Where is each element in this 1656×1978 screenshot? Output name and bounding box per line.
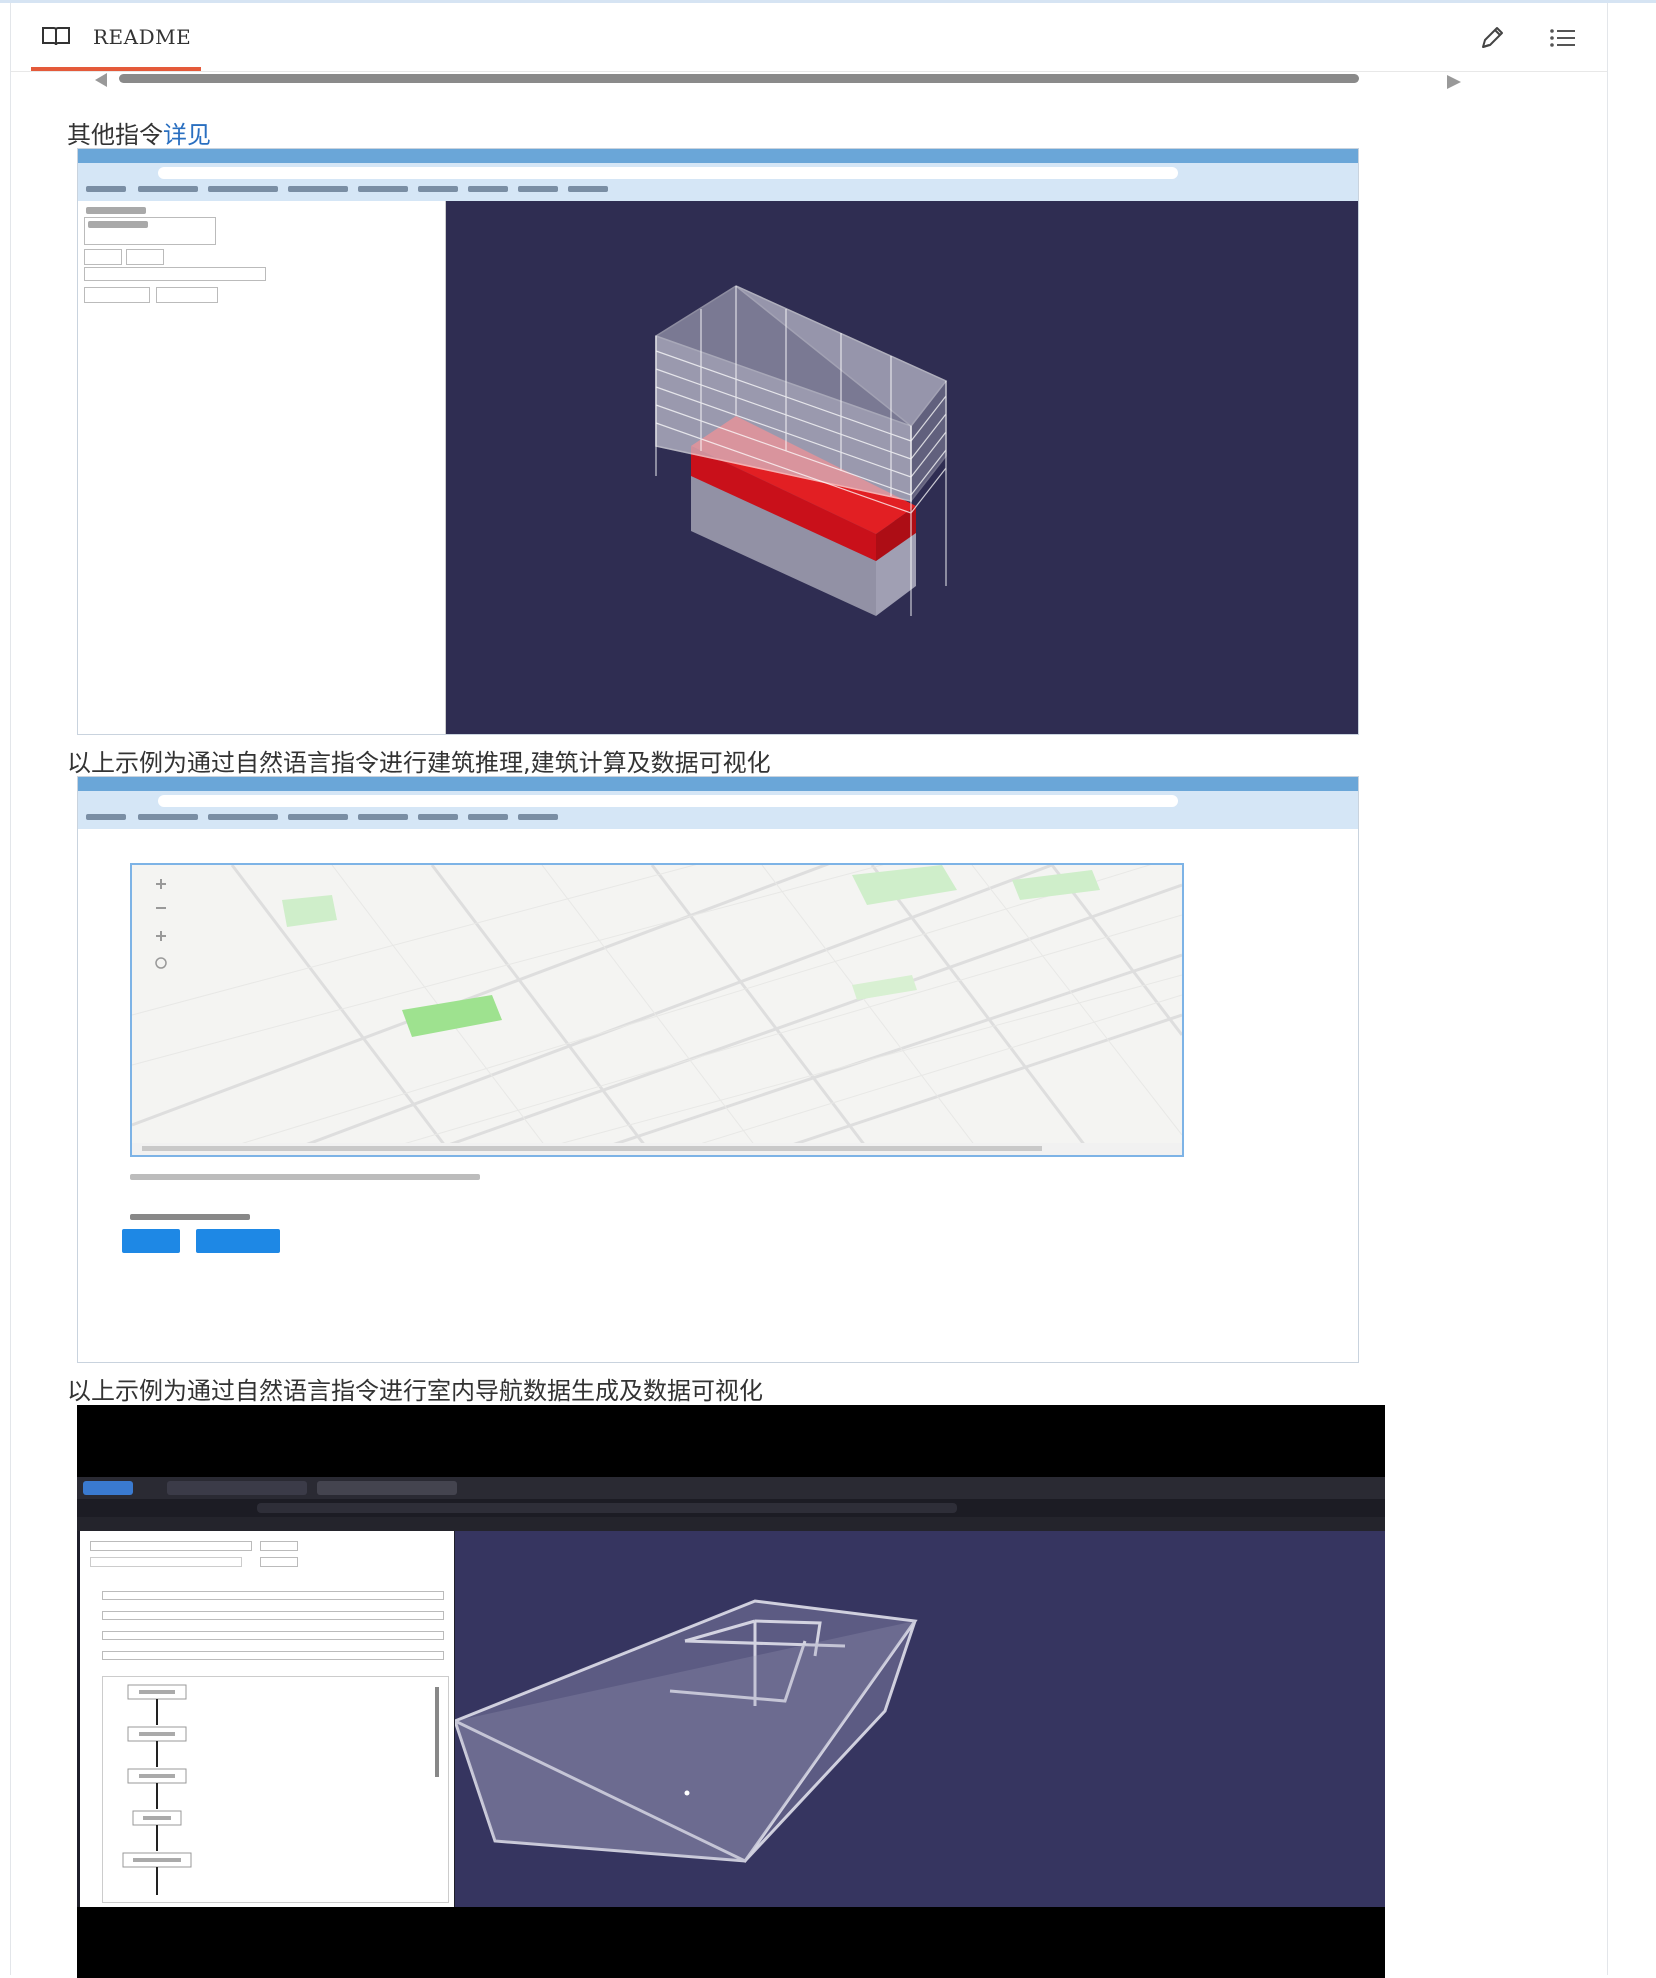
readme-header: README: [11, 3, 1607, 72]
browser-chrome: [78, 777, 1358, 829]
path-flowchart: [102, 1676, 449, 1903]
caption-navigation: 以上示例为通过自然语言指令进行室内导航数据生成及数据可视化: [67, 1377, 763, 1405]
navigation-panel: [80, 1531, 454, 1907]
readme-tab[interactable]: README: [23, 3, 203, 71]
indoor-model: [451, 1599, 918, 1863]
building-inference-screenshot: [77, 148, 1359, 735]
map-screenshot: [77, 776, 1359, 1363]
voice-input-button[interactable]: [196, 1229, 280, 1253]
3d-viewport: [446, 201, 1358, 734]
browser-chrome: [78, 149, 1358, 201]
map-tiles: [132, 865, 1182, 1155]
scrollbar-thumb[interactable]: [119, 74, 1359, 83]
readme-label: README: [93, 25, 192, 49]
details-link[interactable]: 详见: [163, 121, 211, 149]
other-commands-line: 其他指令详见: [67, 115, 211, 150]
control-panel: [78, 201, 446, 734]
scroll-right-arrow-icon[interactable]: [1447, 75, 1461, 89]
list-icon[interactable]: [1547, 23, 1579, 53]
caption-building: 以上示例为通过自然语言指令进行建筑推理,建筑计算及数据可视化: [67, 749, 771, 777]
submit-button[interactable]: [122, 1229, 180, 1253]
book-icon: [42, 27, 70, 46]
scroll-left-arrow-icon[interactable]: [95, 73, 107, 87]
indoor-3d-viewport: [451, 1531, 1385, 1907]
navigation-video[interactable]: [77, 1405, 1385, 1978]
building-model: [655, 285, 948, 616]
pencil-icon[interactable]: [1477, 23, 1507, 53]
video-frame: [77, 1477, 1385, 1907]
horizontal-scrollbar[interactable]: [81, 73, 1461, 89]
active-tab-underline: [31, 67, 201, 71]
readme-card: README 其他指令详见 以上示例为通过自然语言指令进行建筑推理,建筑计算及数…: [10, 3, 1608, 1978]
other-commands-text: 其他指令: [67, 121, 163, 149]
map-view[interactable]: [130, 863, 1184, 1157]
